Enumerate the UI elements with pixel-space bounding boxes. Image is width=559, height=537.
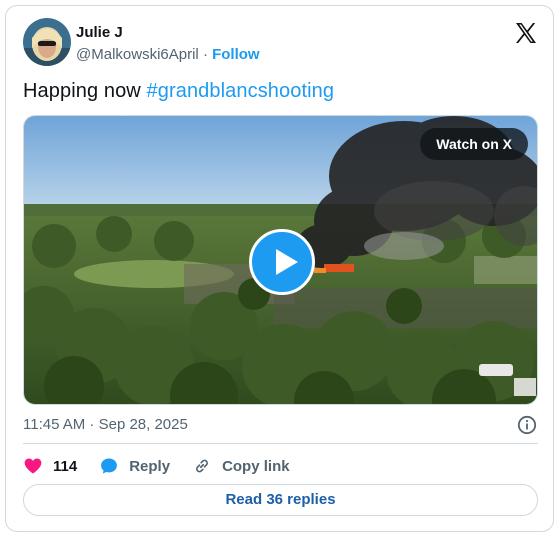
reply-bubble-icon bbox=[101, 458, 118, 474]
tweet-card: Julie J @Malkowski6April · Follow Happin… bbox=[5, 5, 554, 532]
watch-on-x-button[interactable]: Watch on X bbox=[420, 128, 528, 160]
tweet-body: Happing now bbox=[23, 80, 147, 102]
link-icon bbox=[196, 459, 209, 473]
x-logo-icon[interactable] bbox=[514, 21, 538, 45]
author-handle[interactable]: @Malkowski6April bbox=[76, 46, 199, 63]
reply-label: Reply bbox=[129, 457, 171, 475]
action-bar: 114 Reply Copy link bbox=[23, 454, 312, 478]
play-icon[interactable] bbox=[249, 229, 315, 295]
heart-icon bbox=[24, 458, 42, 474]
reply-button[interactable]: Reply bbox=[99, 456, 170, 476]
play-triangle bbox=[276, 249, 298, 275]
like-button[interactable]: 114 bbox=[23, 456, 77, 476]
copy-link-label: Copy link bbox=[222, 457, 290, 475]
author-handle-row: @Malkowski6April · Follow bbox=[76, 46, 260, 63]
read-replies-button[interactable]: Read 36 replies bbox=[23, 484, 538, 516]
timestamp[interactable]: 11:45 AM · Sep 28, 2025 bbox=[23, 416, 188, 433]
tweet-text: Happing now #grandblancshooting bbox=[23, 80, 334, 103]
avatar[interactable] bbox=[23, 18, 71, 66]
divider bbox=[23, 443, 538, 444]
author-name[interactable]: Julie J bbox=[76, 24, 123, 41]
like-count: 114 bbox=[53, 457, 78, 475]
hashtag-link[interactable]: #grandblancshooting bbox=[147, 80, 335, 102]
video-player[interactable]: Watch on X bbox=[23, 115, 538, 405]
copy-link-button[interactable]: Copy link bbox=[192, 456, 290, 476]
follow-button[interactable]: Follow bbox=[212, 46, 260, 63]
info-icon[interactable] bbox=[517, 415, 537, 435]
separator-dot: · bbox=[202, 46, 208, 63]
